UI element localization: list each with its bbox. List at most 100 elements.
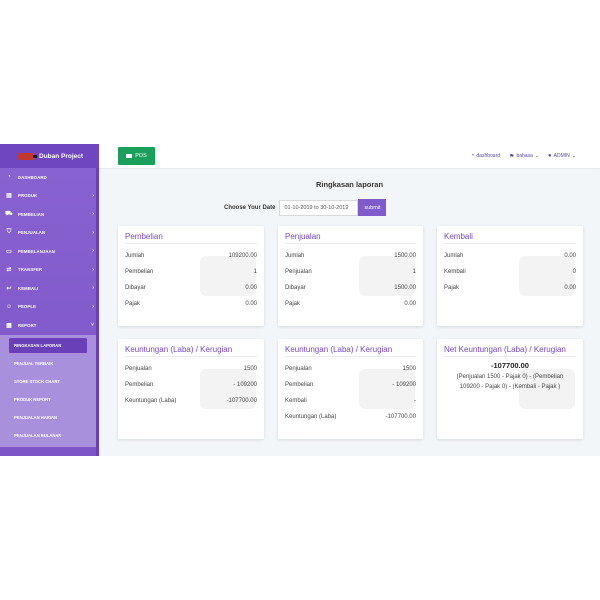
user-menu-label: ADMIN [553,153,570,159]
report-icon: ▦ [6,322,12,329]
card-penjualan: Penjualan Jumlah 1500.00 Penjualan 1 Dibay… [278,226,423,326]
truck-icon: ⛟ [5,211,13,218]
sidebar-item-dashboard[interactable]: ◔ DASHBOARD [0,168,99,187]
row-label: Kembali [444,269,466,275]
chevron-right-icon: › [92,248,94,255]
sidebar-item-label: PEMBELANJAAN [18,248,56,254]
row-label: Jumlah [125,253,145,259]
sidebar-item-pembelian[interactable]: ⛟ PEMBELIAN › [0,205,99,224]
chevron-down-icon: ⌄ [534,153,540,159]
sidebar-item-people[interactable]: ☺ PEOPLE › [0,298,99,317]
pos-icon [126,154,133,158]
row-label: Jumlah [444,253,464,259]
row-label: Dibayar [285,285,306,291]
card-net-keuntungan: Net Keuntungan (Laba) / Kerugian -107700… [437,339,583,439]
chevron-right-icon: › [92,285,94,292]
return-icon: ↩ [6,285,12,292]
date-filter: Choose Your Date 01-10-2019 to 30-10-201… [224,199,387,216]
sidebar-item-label: REPORT [18,322,37,328]
sidebar-item-label: TRANSFER [18,267,43,273]
card-keuntungan-detail: Keuntungan (Laba) / Kerugian Penjualan 15… [278,339,423,439]
sidebar-item-pembelanjaan[interactable]: ▭ PEMBELANJAAN › [0,242,99,261]
sidebar-item-label: PENJUALAN [18,230,46,236]
submenu-item-produk-report[interactable]: PRODUK REPORT [0,391,99,409]
row-label: Keuntungan (Laba) [125,398,177,404]
user-menu[interactable]: ● ADMIN ⌄ [548,153,576,159]
submenu-item-ringkasan-laporan[interactable]: RINGKASAN LAPORAN [9,337,87,353]
money-watermark-icon [359,369,415,409]
card-pembelian: Pembelian Jumlah 109200.00 Pembelian 1 Dib… [118,226,264,326]
main-content: Ringkasan laporan Choose Your Date 01-10… [99,168,600,456]
dashboard-icon: ◔ [7,174,11,181]
sidebar-item-label: KEMBALI [18,285,39,291]
submenu-item-penjualan-bulanan[interactable]: PENJUALAN BULANAN [0,427,99,445]
card-kembali: Kembali Jumlah 0.00 Kembali 0 Pajak 0.00 [437,226,583,326]
row-label: Penjualan [285,366,312,372]
date-range-input[interactable]: 01-10-2019 to 30-10-2019 [279,199,359,216]
sidebar-item-label: PRODUK [18,193,38,199]
dashboard-icon: ◔ [470,153,475,159]
brand-logo-icon [18,152,37,160]
row-value: 0.00 [245,301,257,307]
row-label: Pembelian [125,382,154,388]
barcode-icon: ▤ [6,193,12,200]
language-dropdown-label: bahasa [516,153,533,159]
flag-icon: ⚑ [509,153,515,160]
row-label: Pembelian [285,382,314,388]
submenu-item-penjual-terbaik[interactable]: PENJUAL TERBAIK [0,355,99,373]
chevron-down-icon: ⌄ [571,153,576,159]
chevron-right-icon: › [92,211,94,218]
heart-watermark-icon [200,256,256,296]
card-title: Net Keuntungan (Laba) / Kerugian [444,339,576,357]
sidebar-item-label: PEOPLE [18,304,37,310]
row-label: Kembali [285,398,307,404]
card-title: Pembelian [125,226,257,244]
row-value: 0.00 [404,301,416,307]
chevron-right-icon: › [92,266,94,273]
dashboard-link[interactable]: ◔ dashboard [471,153,500,159]
user-icon: ● [548,153,552,159]
cart-watermark-icon [359,256,415,296]
submit-button[interactable]: submit [358,199,387,216]
row-label: Pajak [125,301,141,307]
brand[interactable]: Duban Project [0,144,99,168]
app-window: Duban Project ◔ DASHBOARD ▤ PRODUK › ⛟ P… [0,144,600,456]
row-label: Penjualan [125,366,152,372]
row-label: Keuntungan (Laba) [285,414,337,420]
row-label: Pajak [444,285,460,291]
language-dropdown[interactable]: ⚑ bahasa ⌄ [509,153,539,160]
row-label: Penjualan [285,269,312,275]
return-watermark-icon [519,256,575,296]
sidebar: Duban Project ◔ DASHBOARD ▤ PRODUK › ⛟ P… [0,144,99,456]
sidebar-item-label: PEMBELIAN [18,211,45,217]
pos-button[interactable]: POS [118,147,155,165]
card-title: Penjualan [285,226,416,244]
sidebar-item-produk[interactable]: ▤ PRODUK › [0,187,99,206]
user-icon: ☺ [5,303,13,310]
cart-icon: ⛉ [6,229,12,236]
row-label: Pembelian [125,269,154,275]
page-title: Ringkasan laporan [315,180,384,189]
card-row: Pajak 0.00 [125,296,257,312]
sidebar-item-label: DASHBOARD [18,174,47,180]
brand-title: Duban Project [39,152,84,160]
sidebar-item-transfer[interactable]: ⇄ TRANSFER › [0,261,99,280]
row-value: -107700.00 [385,414,416,420]
submenu-item-penjualan-harian[interactable]: PENJUALAN HARIAN [0,409,99,427]
card-keuntungan: Keuntungan (Laba) / Kerugian Penjualan 15… [118,339,264,439]
submenu-item-store-stock-chart[interactable]: STORE STOCK CHART [0,373,99,391]
chevron-right-icon: › [92,192,94,199]
row-label: Dibayar [125,285,146,291]
sidebar-item-penjualan[interactable]: ⛉ PENJUALAN › [0,224,99,243]
pos-button-label: POS [135,153,147,159]
money-watermark-icon [200,369,256,409]
card-row: Pajak 0.00 [285,296,416,312]
card-title: Keuntungan (Laba) / Kerugian [285,339,416,357]
row-label: Jumlah [285,253,305,259]
wallet-icon: ▭ [6,248,12,255]
top-nav: ◔ dashboard ⚑ bahasa ⌄ ● ADMIN ⌄ [471,144,576,168]
sidebar-item-report[interactable]: ▦ REPORT ˅ [0,316,99,335]
sidebar-item-kembali[interactable]: ↩ KEMBALI › [0,279,99,298]
dashboard-link-label: dashboard [476,153,501,159]
card-row: Keuntungan (Laba) -107700.00 [285,409,416,425]
